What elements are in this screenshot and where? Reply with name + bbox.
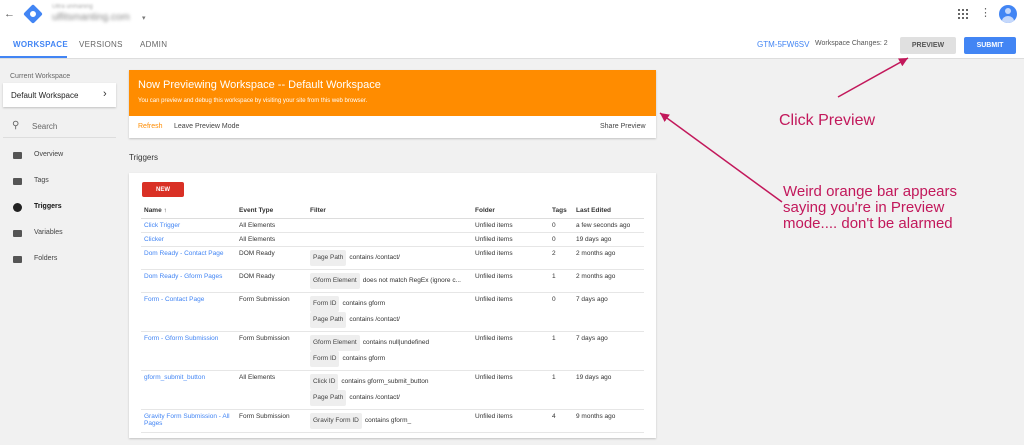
annotation-click-preview: Click Preview: [779, 112, 876, 129]
annotation-orange-bar: Weird orange bar appears saying you're i…: [783, 183, 957, 232]
arrow-to-banner: [659, 112, 783, 203]
arrow-to-preview: [837, 57, 909, 98]
